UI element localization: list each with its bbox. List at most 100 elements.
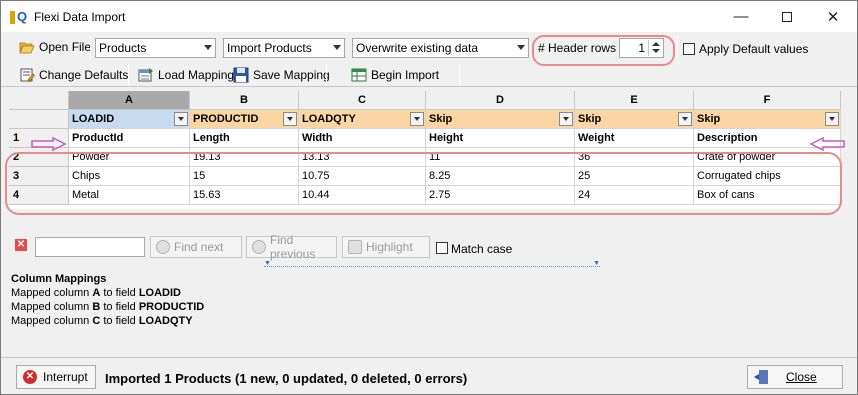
chevron-down-icon[interactable] <box>678 112 692 126</box>
column-header-d[interactable]: D <box>426 91 575 110</box>
field-mapping-b-value: PRODUCTID <box>193 113 259 125</box>
close-label: Close <box>786 370 817 384</box>
find-next-button[interactable]: Find next <box>150 236 242 258</box>
toolbar: Open File Products Import Products Overw… <box>1 32 857 87</box>
find-next-label: Find next <box>174 240 224 254</box>
column-header-b[interactable]: B <box>190 91 299 110</box>
close-button[interactable]: Close <box>747 365 843 389</box>
chevron-down-icon[interactable] <box>410 112 424 126</box>
chevron-down-icon <box>204 45 212 50</box>
load-mapping-label: Load Mapping <box>158 68 235 82</box>
annotation-arrow-right-icon <box>31 137 67 151</box>
maximize-button[interactable] <box>764 1 810 32</box>
toolbar-separator <box>459 64 460 86</box>
field-mapping-c[interactable]: LOADQTY <box>299 110 426 129</box>
field-mapping-a-value: LOADID <box>72 113 115 125</box>
header-cell[interactable]: ProductId <box>69 129 190 148</box>
header-cell[interactable]: Length <box>190 129 299 148</box>
action-select[interactable]: Import Products <box>223 38 345 58</box>
annotation-arrow-left-icon <box>809 137 845 151</box>
edit-defaults-icon <box>19 67 35 83</box>
change-defaults-button[interactable]: Change Defaults <box>15 64 132 86</box>
minimize-icon: — <box>733 8 749 25</box>
toolbar-row-2: Change Defaults Load Mapping Save Mappin… <box>1 62 857 89</box>
save-mapping-label: Save Mapping <box>253 68 330 82</box>
toolbar-separator <box>90 36 91 58</box>
status-bar: ✕ Interrupt Imported 1 Products (1 new, … <box>1 357 857 394</box>
field-mapping-d[interactable]: Skip <box>426 110 575 129</box>
highlight-button[interactable]: Highlight <box>342 236 430 258</box>
close-icon: ✕ <box>826 8 840 26</box>
chevron-down-icon <box>333 45 341 50</box>
window-title: Flexi Data Import <box>34 9 126 24</box>
maximize-icon <box>782 11 792 22</box>
arrow-left-icon <box>252 240 266 254</box>
mapping-line: Mapped column C to field LOADQTY <box>11 315 193 327</box>
spreadsheet-import-icon <box>351 67 367 83</box>
apply-defaults-checkbox[interactable] <box>683 43 695 55</box>
import-mode-value: Overwrite existing data <box>356 41 479 55</box>
mappings-log: Column Mappings Mapped column A to field… <box>11 272 204 328</box>
match-case-label: Match case <box>451 242 513 256</box>
panel-splitter[interactable]: ▼ ▼ <box>264 260 600 267</box>
header-cell[interactable]: Width <box>299 129 426 148</box>
load-mapping-icon <box>138 67 154 83</box>
mapping-row-header <box>9 110 69 129</box>
close-find-icon[interactable]: ✕ <box>15 239 27 251</box>
save-mapping-button[interactable]: Save Mapping <box>229 64 334 86</box>
open-file-button[interactable]: Open File <box>15 36 95 58</box>
exit-door-icon <box>754 370 768 384</box>
toolbar-separator <box>326 64 327 86</box>
field-mapping-b[interactable]: PRODUCTID <box>190 110 299 129</box>
open-file-label: Open File <box>39 40 92 54</box>
toolbar-row-1: Open File Products Import Products Overw… <box>1 34 857 66</box>
chevron-down-icon <box>517 45 525 50</box>
find-previous-label: Find previous <box>270 233 316 261</box>
begin-import-label: Begin Import <box>371 68 440 82</box>
chevron-down-icon[interactable] <box>283 112 297 126</box>
load-mapping-button[interactable]: Load Mapping <box>134 64 238 86</box>
chevron-down-icon[interactable] <box>559 112 573 126</box>
import-mode-select[interactable]: Overwrite existing data <box>352 38 529 58</box>
action-select-value: Import Products <box>227 41 312 55</box>
chevron-down-icon: ▼ <box>593 260 600 267</box>
minimize-button[interactable]: — <box>718 1 764 32</box>
entity-select-value: Products <box>99 41 147 55</box>
field-mapping-c-value: LOADQTY <box>302 113 356 125</box>
chevron-down-icon[interactable] <box>174 112 188 126</box>
chevron-down-icon: ▼ <box>264 260 271 267</box>
entity-select[interactable]: Products <box>95 38 216 58</box>
header-cell[interactable]: Weight <box>575 129 694 148</box>
interrupt-button[interactable]: ✕ Interrupt <box>16 365 96 389</box>
field-mapping-a[interactable]: LOADID <box>69 110 190 129</box>
header-cell[interactable]: Height <box>426 129 575 148</box>
folder-open-icon <box>19 39 35 55</box>
column-header-c[interactable]: C <box>299 91 426 110</box>
status-message: Imported 1 Products (1 new, 0 updated, 0… <box>105 371 468 386</box>
toolbar-separator <box>677 36 678 58</box>
mapping-line: Mapped column B to field PRODUCTID <box>11 301 205 313</box>
field-mapping-f-value: Skip <box>697 113 721 125</box>
close-window-button[interactable]: ✕ <box>810 1 856 32</box>
grid-corner[interactable] <box>9 91 69 110</box>
field-mapping-f[interactable]: Skip <box>694 110 841 129</box>
change-defaults-label: Change Defaults <box>39 68 129 82</box>
arrow-right-icon <box>156 240 170 254</box>
save-disk-icon <box>233 67 249 83</box>
annotation-highlight <box>5 152 842 215</box>
column-header-f[interactable]: F <box>694 91 841 110</box>
title-bar: Q Flexi Data Import — ✕ <box>1 1 857 32</box>
find-previous-button[interactable]: Find previous <box>246 233 337 261</box>
field-mapping-e[interactable]: Skip <box>575 110 694 129</box>
field-mapping-d-value: Skip <box>429 113 453 125</box>
interrupt-label: Interrupt <box>43 370 88 384</box>
begin-import-button[interactable]: Begin Import <box>347 64 443 86</box>
column-header-e[interactable]: E <box>575 91 694 110</box>
mappings-title: Column Mappings <box>11 273 107 285</box>
match-case-checkbox[interactable] <box>436 242 448 254</box>
column-header-a[interactable]: A <box>69 91 190 110</box>
chevron-down-icon[interactable] <box>825 112 839 126</box>
app-logo-icon: Q <box>10 9 27 25</box>
find-input[interactable] <box>35 237 145 257</box>
import-window: Q Flexi Data Import — ✕ Open File Produc… <box>0 0 858 395</box>
